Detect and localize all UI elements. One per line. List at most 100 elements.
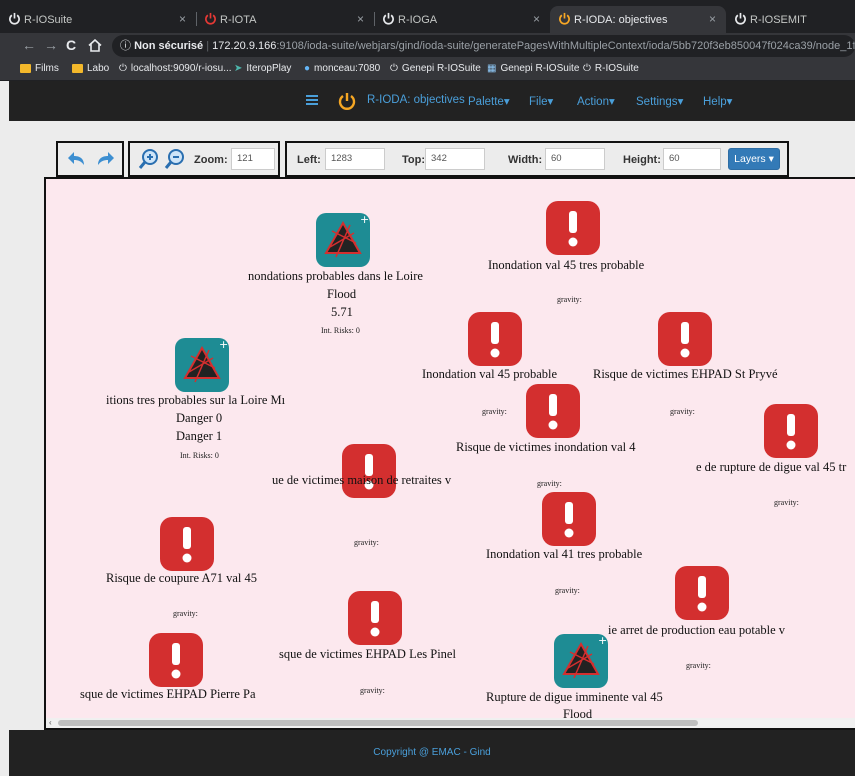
node-label: itions tres probables sur la Loire Mı bbox=[106, 393, 286, 407]
home-icon[interactable] bbox=[88, 39, 102, 52]
alert-node-icon[interactable] bbox=[149, 633, 203, 687]
width-label: Width: bbox=[508, 154, 543, 166]
alert-node-icon[interactable] bbox=[546, 201, 600, 255]
power-icon bbox=[383, 12, 394, 25]
alert-node-icon[interactable] bbox=[342, 444, 396, 498]
bookmark-genepi-2[interactable]: ▦ Genepi R-IOSuite bbox=[487, 63, 579, 74]
scroll-left-icon[interactable]: ‹ bbox=[49, 718, 52, 727]
risk-node-icon[interactable]: + bbox=[175, 338, 229, 392]
bookmark-label: localhost:9090/r-iosu... bbox=[130, 63, 232, 74]
caret-icon: ▾ bbox=[547, 96, 554, 108]
node-label: Risque de coupure A71 val 45 bbox=[106, 571, 258, 585]
undo-icon[interactable] bbox=[66, 148, 88, 170]
alert-node-icon[interactable] bbox=[764, 404, 818, 458]
alert-node-icon[interactable] bbox=[542, 492, 596, 546]
alert-node-icon[interactable] bbox=[658, 312, 712, 366]
node-sub: gravity: bbox=[670, 407, 695, 416]
power-icon bbox=[9, 12, 20, 25]
undo-redo-group bbox=[56, 141, 124, 177]
node-sub: gravity: bbox=[360, 686, 385, 695]
tab-r-ioga[interactable]: R-IOGA × bbox=[374, 6, 550, 33]
left-input[interactable]: 1283 bbox=[325, 148, 385, 170]
top-label: Top: bbox=[402, 154, 426, 166]
zoom-input[interactable]: 121 bbox=[231, 148, 275, 170]
bookmark-label: R-IOSuite bbox=[594, 63, 639, 74]
app-title[interactable]: R-IODA: objectives bbox=[367, 94, 465, 106]
height-input[interactable]: 60 bbox=[663, 148, 721, 170]
globe-icon: ● bbox=[304, 63, 311, 74]
power-icon bbox=[205, 12, 216, 25]
close-icon[interactable]: × bbox=[179, 12, 186, 26]
alert-node-icon[interactable] bbox=[468, 312, 522, 366]
diagram-canvas[interactable]: + nondations probables dans le Loire Flo… bbox=[44, 177, 855, 730]
forward-arrow-icon[interactable]: → bbox=[44, 37, 58, 53]
info-icon[interactable]: ⓘ bbox=[120, 40, 131, 52]
tab-r-iosuite[interactable]: R-IOSuite × bbox=[0, 6, 196, 33]
node-sub: gravity: bbox=[557, 295, 582, 304]
node-sub: gravity: bbox=[354, 538, 379, 547]
zoom-group: Zoom: 121 bbox=[128, 141, 280, 177]
bookmark-r-iosuite[interactable]: ⏻ R-IOSuite bbox=[583, 63, 639, 74]
menu-file[interactable]: File▾ bbox=[529, 94, 553, 108]
layers-button[interactable]: Layers ▾ bbox=[728, 148, 780, 170]
width-input[interactable]: 60 bbox=[545, 148, 605, 170]
caret-icon: ▾ bbox=[677, 96, 684, 108]
bookmark-label: IteropPlay bbox=[246, 63, 292, 74]
node-label: Inondation val 45 tres probable bbox=[488, 258, 645, 272]
menu-label: File bbox=[529, 96, 548, 108]
address-bar: ← → C ⓘ Non sécurisé | 172.20.9.166:9108… bbox=[0, 33, 855, 59]
node-sub: gravity: bbox=[482, 407, 507, 416]
menu-action[interactable]: Action▾ bbox=[577, 94, 615, 108]
node-sub: gravity: bbox=[686, 661, 711, 670]
alert-node-icon[interactable] bbox=[526, 384, 580, 438]
menu-label: Palette bbox=[468, 96, 504, 108]
back-arrow-icon[interactable]: ← bbox=[22, 37, 36, 53]
tab-r-ioda-objectives[interactable]: R-IODA: objectives × bbox=[550, 6, 726, 33]
height-label: Height: bbox=[623, 154, 661, 166]
menu-icon[interactable] bbox=[306, 95, 318, 106]
close-icon[interactable]: × bbox=[709, 12, 716, 26]
node-sub: Int. Risks: 0 bbox=[321, 326, 360, 335]
menu-help[interactable]: Help▾ bbox=[703, 94, 732, 108]
node-line: Flood bbox=[327, 287, 357, 301]
top-input[interactable]: 342 bbox=[425, 148, 485, 170]
url-field[interactable]: ⓘ Non sécurisé | 172.20.9.166:9108/ioda-… bbox=[112, 35, 855, 57]
svg-text:+: + bbox=[219, 338, 228, 351]
horizontal-scrollbar[interactable]: ‹ bbox=[46, 718, 855, 728]
risk-node-icon[interactable]: + bbox=[554, 634, 608, 688]
bookmark-label: Labo bbox=[87, 63, 110, 74]
node-sub: Int. Risks: 0 bbox=[180, 451, 219, 460]
svg-text:+: + bbox=[598, 634, 607, 647]
tab-r-iosemit[interactable]: R-IOSEMIT bbox=[726, 6, 855, 33]
tab-r-iota[interactable]: R-IOTA × bbox=[196, 6, 374, 33]
bookmark-label: Genepi R-IOSuite bbox=[500, 63, 580, 74]
risk-node-icon[interactable]: + bbox=[316, 213, 370, 267]
close-icon[interactable]: × bbox=[357, 12, 364, 26]
caret-icon: ▾ bbox=[726, 96, 733, 108]
zoom-in-icon[interactable] bbox=[138, 148, 160, 170]
alert-node-icon[interactable] bbox=[675, 566, 729, 620]
bookmark-localhost[interactable]: ⏻ localhost:9090/r-iosu... bbox=[119, 63, 232, 74]
alert-node-icon[interactable] bbox=[348, 591, 402, 645]
node-label: ie arret de production eau potable v bbox=[608, 623, 786, 637]
tab-title: R-IOSuite bbox=[24, 13, 73, 26]
menu-palette[interactable]: Palette▾ bbox=[468, 94, 510, 108]
menu-settings[interactable]: Settings▾ bbox=[636, 94, 683, 108]
scrollbar-thumb[interactable] bbox=[58, 720, 698, 726]
zoom-out-icon[interactable] bbox=[164, 148, 186, 170]
node-label: Inondation val 41 tres probable bbox=[486, 547, 643, 561]
bookmark-labo[interactable]: Labo bbox=[72, 63, 109, 74]
node-label: sque de victimes EHPAD Les Pinel bbox=[279, 647, 456, 661]
bookmark-iteropplay[interactable]: ➤ IteropPlay bbox=[234, 63, 291, 74]
bookmark-films[interactable]: Films bbox=[20, 63, 59, 74]
left-label: Left: bbox=[297, 154, 321, 166]
security-label: Non sécurisé bbox=[134, 40, 204, 52]
bookmark-monceau[interactable]: ● monceau:7080 bbox=[304, 63, 380, 74]
bookmark-genepi-1[interactable]: ⏻ Genepi R-IOSuite bbox=[390, 63, 481, 74]
close-icon[interactable]: × bbox=[533, 12, 540, 26]
reload-icon[interactable]: C bbox=[66, 37, 76, 53]
redo-icon[interactable] bbox=[94, 148, 116, 170]
alert-node-icon[interactable] bbox=[160, 517, 214, 571]
bookmark-label: monceau:7080 bbox=[314, 63, 381, 74]
node-label: ue de victimes maison de retraites v bbox=[272, 473, 452, 487]
